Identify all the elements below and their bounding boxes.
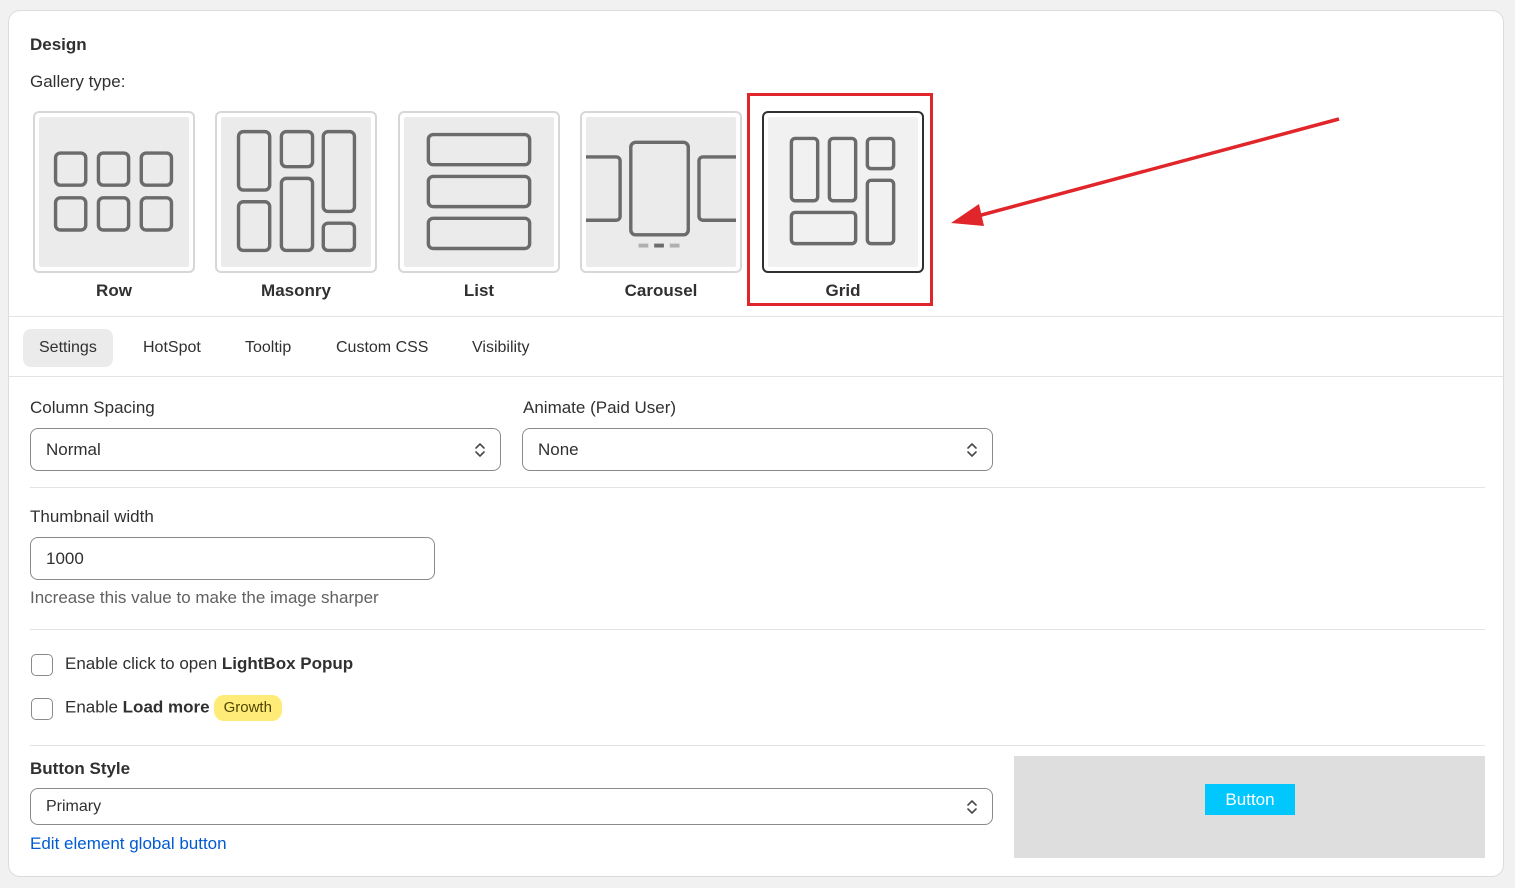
thumbnail-width-input[interactable]: 1000 (30, 537, 435, 580)
tab-hotspot[interactable]: HotSpot (127, 329, 217, 367)
lightbox-checkbox[interactable] (31, 654, 53, 676)
tab-custom-css[interactable]: Custom CSS (320, 329, 444, 367)
growth-badge: Growth (213, 695, 282, 721)
gallery-type-row-label: Row (96, 281, 132, 300)
design-heading: Design (30, 35, 87, 54)
divider (30, 487, 1485, 488)
load-more-checkbox[interactable] (31, 698, 53, 720)
column-spacing-value: Normal (46, 440, 101, 459)
tab-settings[interactable]: Settings (23, 329, 113, 367)
gallery-type-masonry[interactable] (215, 111, 377, 273)
preview-button[interactable]: Button (1205, 784, 1295, 815)
carousel-layout-icon (586, 140, 736, 248)
lightbox-checkbox-label: Enable click to open LightBox Popup (65, 654, 353, 674)
load-more-label-prefix: Enable (65, 697, 123, 717)
button-preview-area: Button (1014, 756, 1485, 858)
button-style-value: Primary (46, 798, 102, 815)
tab-tooltip[interactable]: Tooltip (229, 329, 307, 367)
gallery-type-list-label: List (463, 281, 495, 300)
tab-visibility[interactable]: Visibility (456, 329, 546, 367)
gallery-type-list[interactable] (398, 111, 560, 273)
design-settings-panel: Design Gallery type: Row Masonry List Ca… (8, 10, 1504, 877)
thumbnail-width-help: Increase this value to make the image sh… (30, 588, 379, 607)
gallery-type-masonry-label: Masonry (261, 281, 331, 300)
lightbox-label-bold: LightBox Popup (221, 654, 354, 673)
list-layout-icon (426, 132, 532, 251)
edit-global-button-link[interactable]: Edit element global button (30, 834, 227, 854)
select-chevron-icon (967, 800, 977, 814)
divider (9, 316, 1503, 317)
lightbox-label-prefix: Enable click to open (65, 654, 222, 673)
gallery-type-label: Gallery type: (30, 72, 126, 91)
select-chevron-icon (967, 443, 977, 457)
masonry-layout-icon (236, 129, 357, 253)
thumbnail-width-label: Thumbnail width (30, 507, 154, 526)
gallery-type-row[interactable] (33, 111, 195, 273)
animate-select[interactable]: None (522, 428, 993, 471)
row-layout-icon (53, 151, 174, 232)
divider (30, 629, 1485, 630)
divider (9, 376, 1503, 377)
column-spacing-label: Column Spacing (30, 398, 155, 417)
load-more-label-bold: Load more (122, 697, 210, 717)
gallery-type-carousel-label: Carousel (624, 281, 698, 300)
divider (30, 745, 1485, 746)
button-style-select[interactable]: Primary (30, 788, 993, 825)
gallery-type-carousel[interactable] (580, 111, 742, 273)
button-style-label: Button Style (30, 759, 131, 778)
selection-highlight-box (747, 93, 933, 306)
load-more-checkbox-label: Enable Load more Growth (65, 695, 282, 721)
animate-label: Animate (Paid User) (523, 398, 677, 417)
column-spacing-select[interactable]: Normal (30, 428, 501, 471)
select-chevron-icon (475, 443, 485, 457)
animate-value: None (538, 440, 579, 459)
